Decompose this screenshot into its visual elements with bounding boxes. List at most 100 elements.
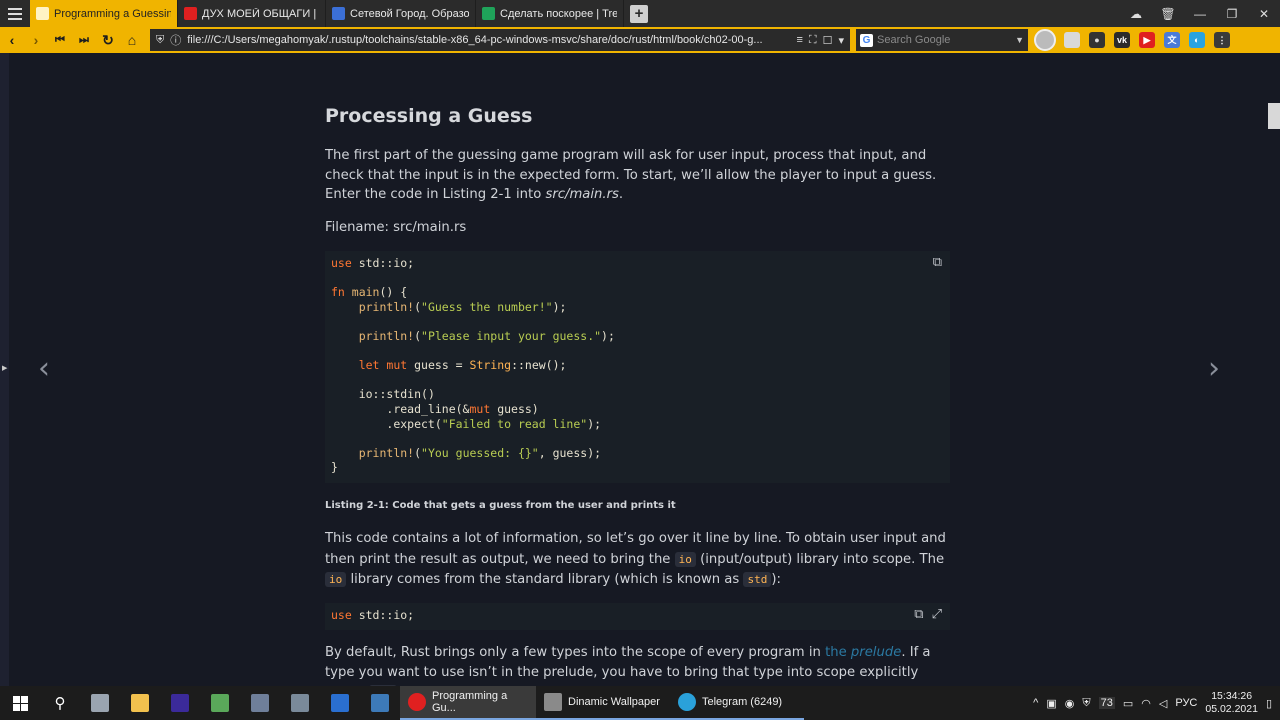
- taskbar-pinned-app[interactable]: [280, 686, 320, 720]
- menu-dots-icon[interactable]: ⋮: [1214, 32, 1230, 48]
- capture-icon[interactable]: ⛶: [809, 34, 817, 47]
- volume-icon[interactable]: ◁: [1159, 697, 1167, 710]
- tab-label: Сделать поскорее | Trello: [500, 7, 617, 20]
- code-token: .read_line(&: [386, 401, 470, 416]
- expand-icon[interactable]: ⤢: [932, 607, 942, 622]
- tab-programming-guessing[interactable]: Programming a Guessing G: [30, 0, 178, 27]
- chevron-down-icon[interactable]: ▼: [1015, 35, 1024, 45]
- reload-icon[interactable]: ↻: [96, 32, 120, 49]
- copy-icon[interactable]: ⧉: [914, 607, 923, 622]
- code-token: "Please input your guess.": [421, 328, 602, 343]
- language-indicator[interactable]: РУС: [1175, 697, 1197, 709]
- copy-icon[interactable]: ⧉: [933, 255, 942, 270]
- code-token: "Failed to read line": [441, 416, 588, 431]
- shield-icon[interactable]: ⛨: [156, 34, 164, 47]
- code-tools: ⧉ ⤢: [914, 607, 942, 622]
- tab-trello[interactable]: Сделать поскорее | Trello: [476, 0, 624, 27]
- document-icon: [36, 7, 49, 20]
- filename-label: Filename: src/main.rs: [325, 220, 467, 235]
- taskbar-app-wallpaper[interactable]: Dinamic Wallpaper: [536, 686, 670, 720]
- vivaldi-icon: [408, 693, 426, 711]
- profile-avatar[interactable]: [1034, 29, 1056, 51]
- youtube-icon: [184, 7, 197, 20]
- previous-chapter-icon[interactable]: ‹: [38, 351, 50, 386]
- url-text[interactable]: file:///C:/Users/megahomyak/.rustup/tool…: [187, 34, 790, 46]
- shield-icon[interactable]: ⛨: [1082, 697, 1090, 710]
- prelude-link[interactable]: the prelude: [825, 645, 901, 660]
- taskbar-app-telegram[interactable]: Telegram (6249): [670, 686, 804, 720]
- taskbar-pinned-app[interactable]: [160, 686, 200, 720]
- url-field[interactable]: ⛨ ⓘ file:///C:/Users/megahomyak/.rustup/…: [150, 29, 850, 51]
- reader-icon[interactable]: ≡: [796, 34, 802, 46]
- taskbar-pinned-app[interactable]: [200, 686, 240, 720]
- forward-icon[interactable]: ›: [24, 32, 48, 48]
- code-token: use: [331, 256, 352, 270]
- explanation-paragraph: This code contains a lot of information,…: [325, 529, 950, 591]
- paragraph-text: The first part of the guessing game prog…: [325, 148, 937, 202]
- fast-forward-icon[interactable]: ⏭: [72, 34, 96, 47]
- notifications-icon[interactable]: ▯: [1266, 697, 1272, 710]
- restore-icon[interactable]: ❐: [1216, 7, 1248, 21]
- tab-youtube[interactable]: ДУХ МОЕЙ ОБЩАГИ | Я од: [178, 0, 326, 27]
- taskbar-pinned-app[interactable]: [80, 686, 120, 720]
- scrollbar-thumb[interactable]: [1268, 103, 1280, 129]
- sidebar-toggle[interactable]: ▶: [0, 53, 9, 686]
- address-bar-row: ‹ › ⏮ ⏭ ↻ ⌂ ⛨ ⓘ file:///C:/Users/megahom…: [0, 27, 1280, 53]
- globe-icon[interactable]: ◐: [1189, 32, 1205, 48]
- code-token: );: [552, 299, 567, 314]
- taskbar-pinned-app[interactable]: [120, 686, 160, 720]
- code-token: );: [601, 328, 615, 343]
- chevron-up-icon[interactable]: ^: [1033, 697, 1038, 709]
- search-field[interactable]: G ▼: [856, 29, 1028, 51]
- google-icon: G: [860, 33, 873, 47]
- wifi-icon[interactable]: ◠: [1141, 697, 1151, 710]
- spy-icon[interactable]: ●: [1089, 32, 1105, 48]
- code-token: .expect(: [386, 416, 442, 431]
- tab-network-city[interactable]: Сетевой Город. Образован: [326, 0, 476, 27]
- browser-menu-button[interactable]: [0, 0, 30, 27]
- extensions: ● vk ▶ 文 ◐ ⋮: [1064, 32, 1230, 48]
- code-token: (: [414, 328, 422, 343]
- first-page-icon[interactable]: ⏮: [48, 34, 72, 47]
- python-icon: [371, 694, 389, 712]
- tray-app-icon[interactable]: ▣: [1046, 697, 1056, 710]
- battery-icon[interactable]: ▭: [1123, 697, 1133, 710]
- youtube-icon[interactable]: ▶: [1139, 32, 1155, 48]
- taskbar-pinned-app[interactable]: [320, 686, 360, 720]
- code-token: (: [414, 445, 422, 460]
- taskbar-pinned-app[interactable]: [360, 686, 400, 720]
- window-controls: ☁ 🗑 — ❐ ✕: [1120, 0, 1280, 27]
- extension-icon[interactable]: [1064, 32, 1080, 48]
- back-icon[interactable]: ‹: [0, 32, 24, 48]
- clock[interactable]: 15:34:26 05.02.2021: [1205, 690, 1258, 716]
- tab-label: Programming a Guessing G: [54, 7, 171, 20]
- info-icon[interactable]: ⓘ: [170, 32, 181, 48]
- counter-badge[interactable]: 73: [1098, 697, 1115, 709]
- bookmark-icon[interactable]: ☐: [823, 34, 833, 47]
- vk-icon[interactable]: vk: [1114, 32, 1130, 48]
- taskbar-pinned-app[interactable]: [240, 686, 280, 720]
- close-icon[interactable]: ✕: [1248, 7, 1280, 21]
- code-token: , guess);: [538, 445, 602, 460]
- search-button[interactable]: ⚲: [40, 686, 80, 720]
- home-icon[interactable]: ⌂: [120, 32, 144, 48]
- code-listing-2-1: ⧉ use std::io; fn main() { println!("Gue…: [325, 251, 950, 483]
- taskbar-app-browser[interactable]: Programming a Gu...: [400, 686, 536, 720]
- next-chapter-icon[interactable]: ›: [1208, 351, 1220, 386]
- code-token: use: [331, 608, 352, 622]
- code-token: );: [587, 416, 602, 431]
- new-tab-button[interactable]: +: [630, 4, 648, 23]
- trash-icon[interactable]: 🗑: [1152, 7, 1184, 21]
- start-button[interactable]: [0, 686, 40, 720]
- code-token: ::new();: [511, 358, 567, 373]
- paragraph-text: .: [618, 187, 624, 202]
- cloud-icon[interactable]: ☁: [1120, 7, 1152, 21]
- telegram-tray-icon[interactable]: ◉: [1065, 697, 1075, 710]
- code-token: mut: [469, 401, 491, 416]
- code-token: fn: [331, 285, 345, 300]
- translate-icon[interactable]: 文: [1164, 32, 1180, 48]
- minimize-icon[interactable]: —: [1184, 7, 1216, 21]
- code-token: mut: [386, 358, 408, 373]
- dropdown-icon[interactable]: ▾: [838, 34, 844, 47]
- search-input[interactable]: [877, 34, 1012, 46]
